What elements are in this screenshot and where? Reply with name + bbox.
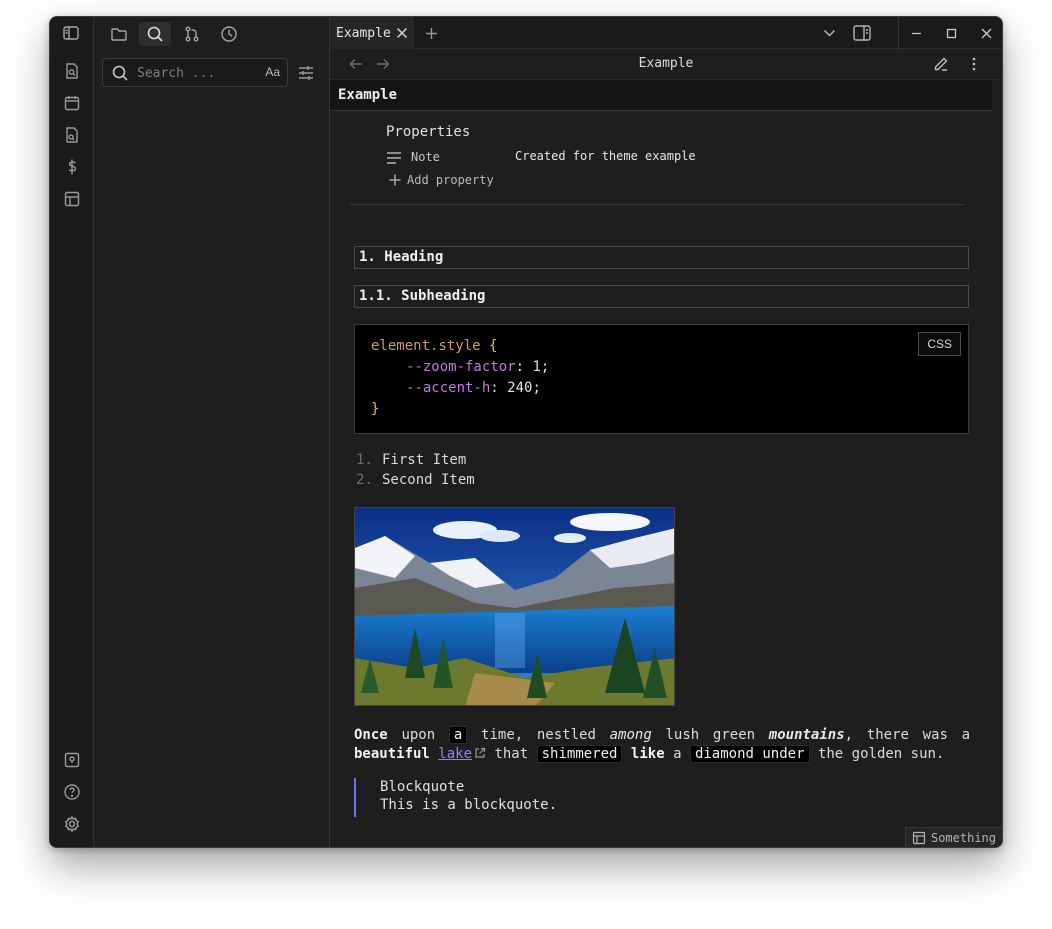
text-lines-icon[interactable] — [386, 151, 402, 165]
ordered-list: 1. First Item 2. Second Item — [356, 450, 475, 490]
inline-title-bar: Example — [330, 80, 992, 111]
heading-1: 1. Heading — [354, 246, 969, 269]
text-run: lush green — [665, 727, 756, 743]
right-sidebar-toggle-icon[interactable] — [852, 24, 872, 42]
status-label: Something — [930, 830, 996, 845]
list-number: 1. — [356, 452, 373, 468]
mountain-lake-image[interactable] — [354, 507, 675, 706]
properties-heading[interactable]: Properties — [386, 124, 470, 140]
plus-icon — [389, 174, 401, 186]
file-search-icon[interactable] — [61, 124, 83, 146]
code-block: CSS element.style { --zoom-factor: 1; --… — [354, 324, 969, 434]
highlighted-word: a — [448, 726, 468, 744]
blockquote: Blockquote This is a blockquote. — [354, 778, 557, 817]
external-link-icon[interactable] — [474, 747, 486, 759]
code-property: --accent-h — [406, 380, 491, 396]
code-value: 1 — [532, 359, 541, 375]
close-tab-icon[interactable] — [396, 27, 408, 39]
text-run: time, nestled — [481, 727, 596, 743]
calendar-icon[interactable] — [61, 92, 83, 114]
search-tab-icon[interactable] — [139, 22, 171, 46]
close-window-icon[interactable] — [969, 17, 1002, 49]
code-value: 240 — [507, 380, 533, 396]
text-run: , there was a — [844, 727, 971, 743]
bold-italic-word: mountains — [768, 727, 845, 743]
more-options-icon[interactable] — [972, 56, 976, 72]
app-window: Aa Example — [49, 16, 1003, 848]
property-key[interactable]: Note — [411, 150, 440, 164]
left-sidebar: Aa — [94, 17, 330, 847]
bold-word: beautiful — [354, 746, 430, 762]
list-text: Second Item — [382, 472, 475, 488]
search-input[interactable] — [137, 64, 257, 82]
list-number: 2. — [356, 472, 373, 488]
new-tab-plus-icon[interactable] — [425, 27, 438, 40]
inline-title[interactable]: Example — [338, 87, 397, 103]
edit-pencil-icon[interactable] — [933, 56, 949, 72]
body-paragraph: Once upon a time, nestled among lush gre… — [354, 726, 970, 764]
code-language-label: CSS — [918, 332, 961, 356]
help-icon[interactable] — [61, 781, 83, 803]
bold-word: like — [630, 746, 665, 762]
vault-icon[interactable] — [61, 749, 83, 771]
search-settings-sliders-icon[interactable] — [297, 64, 315, 82]
sidebar-toggle-icon[interactable] — [60, 22, 82, 44]
properties-divider — [350, 204, 964, 205]
minimize-icon[interactable] — [899, 17, 933, 49]
bold-word: Once — [354, 727, 388, 743]
code-close-brace: } — [371, 401, 380, 417]
text-run: that — [494, 746, 529, 762]
tab-bar: Example — [330, 17, 1002, 49]
search-icon — [112, 65, 128, 81]
tab-example[interactable]: Example — [330, 17, 414, 49]
layout-icon — [912, 831, 926, 844]
italic-word: among — [609, 727, 652, 743]
settings-gear-icon[interactable] — [61, 813, 83, 835]
dollar-icon[interactable] — [61, 156, 83, 178]
code-selector: element.style — [371, 338, 481, 354]
list-text: First Item — [382, 452, 467, 468]
tab-label: Example — [336, 25, 391, 41]
text-run: upon — [401, 727, 436, 743]
list-item: 1. First Item — [356, 450, 475, 470]
match-case-toggle[interactable]: Aa — [265, 65, 280, 79]
blockquote-line: This is a blockquote. — [380, 797, 558, 813]
status-bar-item[interactable]: Something — [904, 827, 1002, 847]
main-pane: Example Example Example Properties Note … — [330, 17, 1002, 847]
quick-switcher-icon[interactable] — [61, 60, 83, 82]
template-icon[interactable] — [61, 188, 83, 210]
search-box: Aa — [102, 58, 288, 87]
git-branch-icon[interactable] — [176, 22, 208, 46]
view-title: Example — [638, 56, 694, 71]
tab-list-chevron-down-icon[interactable] — [823, 28, 836, 38]
heading-2: 1.1. Subheading — [354, 285, 969, 308]
blockquote-line: Blockquote — [380, 779, 465, 795]
highlighted-word: shimmered — [536, 745, 623, 763]
code-open-brace: { — [489, 338, 498, 354]
maximize-icon[interactable] — [934, 17, 968, 49]
text-run: a — [673, 746, 682, 762]
highlighted-word: diamond under — [689, 745, 810, 763]
left-ribbon — [50, 17, 94, 847]
external-link[interactable]: lake — [438, 746, 472, 762]
view-header: Example — [330, 49, 1002, 80]
code-property: --zoom-factor — [406, 359, 516, 375]
text-run: the golden sun. — [817, 746, 945, 762]
recent-clock-icon[interactable] — [213, 22, 245, 46]
list-item: 2. Second Item — [356, 470, 475, 490]
add-property-label: Add property — [407, 173, 494, 187]
files-folder-icon[interactable] — [103, 22, 135, 46]
property-row: Note Created for theme example — [386, 148, 806, 168]
property-value[interactable]: Created for theme example — [515, 149, 696, 163]
add-property-button[interactable]: Add property — [388, 173, 494, 187]
